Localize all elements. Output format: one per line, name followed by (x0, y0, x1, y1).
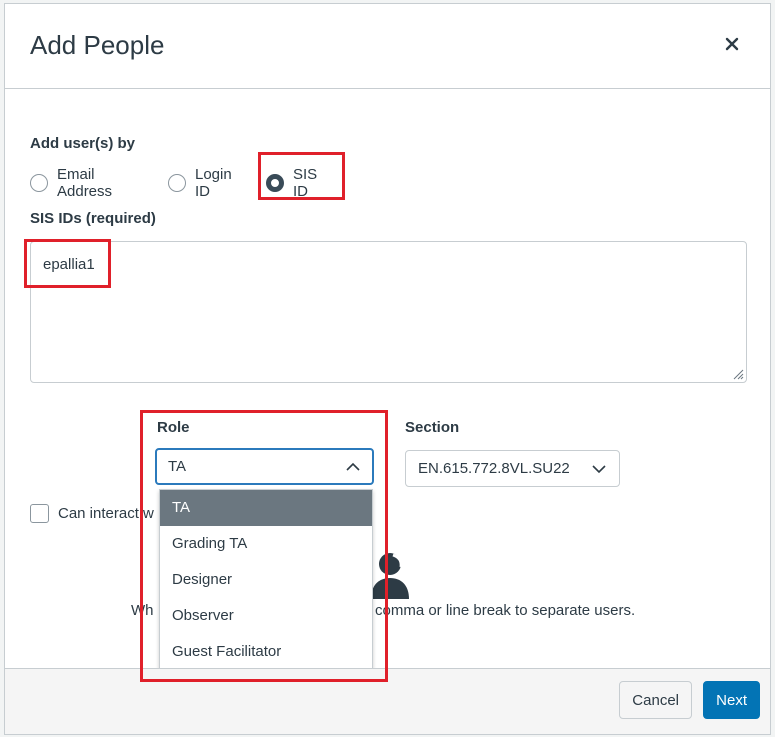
chevron-down-icon (592, 464, 606, 473)
dialog-header: Add People (5, 4, 770, 89)
radio-login-id[interactable]: Login ID (168, 166, 232, 200)
next-button[interactable]: Next (703, 681, 760, 719)
dialog-title: Add People (30, 30, 165, 60)
can-interact-checkbox[interactable]: Can interact w (30, 504, 154, 523)
role-option-grading-ta[interactable]: Grading TA (160, 526, 372, 562)
close-icon (725, 37, 739, 51)
section-select[interactable]: EN.615.772.8VL.SU22 (405, 450, 620, 487)
role-label: Role (157, 419, 190, 436)
checkbox-box (30, 504, 49, 523)
role-select[interactable]: TA (155, 448, 374, 485)
close-button[interactable] (720, 32, 744, 56)
radio-label: Email Address (57, 166, 113, 200)
radio-email-address[interactable]: Email Address (30, 166, 112, 200)
resize-grip-icon[interactable] (732, 368, 744, 380)
role-dropdown-list: TA Grading TA Designer Observer Guest Fa… (159, 489, 373, 669)
radio-circle (30, 174, 48, 192)
section-label: Section (405, 419, 460, 436)
checkbox-label: Can interact w (58, 505, 154, 522)
role-select-value: TA (168, 458, 187, 475)
radio-circle (168, 174, 186, 192)
role-option-designer[interactable]: Designer (160, 562, 372, 598)
hint-text-left: Wh (131, 602, 154, 619)
radio-circle-checked (266, 174, 284, 192)
section-select-value: EN.615.772.8VL.SU22 (418, 460, 570, 477)
sis-ids-label: SIS IDs (required) (30, 210, 156, 227)
hint-text-right: comma or line break to separate users. (375, 602, 636, 619)
user-silhouette-icon (371, 553, 409, 599)
add-users-by-label: Add user(s) by (30, 135, 136, 152)
dialog-footer: Cancel Next (5, 668, 770, 734)
role-option-ta[interactable]: TA (160, 490, 372, 526)
add-people-dialog: Add People Add user(s) by Email Address … (4, 3, 771, 735)
cancel-button[interactable]: Cancel (619, 681, 692, 719)
radio-label: SIS ID (293, 166, 318, 200)
sis-ids-value: epallia1 (43, 256, 95, 273)
chevron-up-icon (346, 462, 360, 471)
radio-sis-id[interactable]: SIS ID (266, 166, 317, 200)
role-option-guest-facilitator[interactable]: Guest Facilitator (160, 634, 372, 670)
radio-label: Login ID (195, 166, 232, 200)
role-option-observer[interactable]: Observer (160, 598, 372, 634)
sis-ids-textarea[interactable]: epallia1 (30, 241, 747, 383)
